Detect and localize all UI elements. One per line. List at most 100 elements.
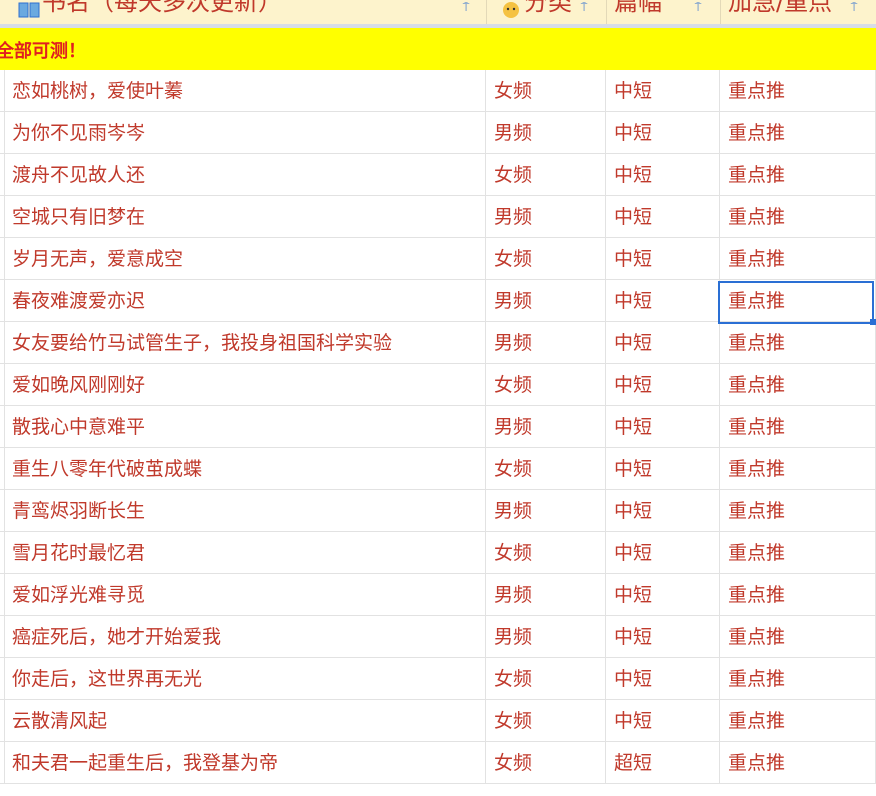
cell-category[interactable]: 女频 xyxy=(486,154,606,196)
cell-category[interactable]: 男频 xyxy=(486,112,606,154)
cell-priority[interactable]: 重点推 xyxy=(720,322,876,364)
cell-length[interactable]: 中短 xyxy=(606,322,720,364)
banner-text: 全部可测！ xyxy=(0,41,86,62)
cell-title[interactable]: 散我心中意难平 xyxy=(4,406,486,448)
cell-category[interactable]: 女频 xyxy=(486,448,606,490)
cell-priority[interactable]: 重点推 xyxy=(720,280,876,322)
fill-handle[interactable] xyxy=(870,319,876,325)
header-length-label: 篇幅 xyxy=(614,0,662,16)
cell-title[interactable]: 和夫君一起重生后，我登基为帝 xyxy=(4,742,486,784)
cell-title[interactable]: 爱如浮光难寻觅 xyxy=(4,574,486,616)
cell-category[interactable]: 女频 xyxy=(486,532,606,574)
cell-title[interactable]: 癌症死后，她才开始爱我 xyxy=(4,616,486,658)
table-row: 你走后，这世界再无光 女频 中短 重点推 xyxy=(0,658,876,700)
filter-icon[interactable]: ⍑ xyxy=(844,0,864,16)
cell-category[interactable]: 男频 xyxy=(486,280,606,322)
table-row: 和夫君一起重生后，我登基为帝 女频 超短 重点推 xyxy=(0,742,876,784)
smile-emoji-icon xyxy=(500,0,522,18)
table-row: 癌症死后，她才开始爱我 男频 中短 重点推 xyxy=(0,616,876,658)
cell-length[interactable]: 中短 xyxy=(606,112,720,154)
cell-category[interactable]: 男频 xyxy=(486,322,606,364)
cell-priority[interactable]: 重点推 xyxy=(720,364,876,406)
cell-length[interactable]: 中短 xyxy=(606,658,720,700)
cell-length[interactable]: 中短 xyxy=(606,700,720,742)
banner-row[interactable]: 全部可测！ xyxy=(0,28,876,70)
table-row: 空城只有旧梦在 男频 中短 重点推 xyxy=(0,196,876,238)
table-row: 青鸾烬羽断长生 男频 中短 重点推 xyxy=(0,490,876,532)
cell-priority[interactable]: 重点推 xyxy=(720,70,876,112)
cell-length[interactable]: 中短 xyxy=(606,196,720,238)
cell-length[interactable]: 中短 xyxy=(606,406,720,448)
table-row: 岁月无声，爱意成空 女频 中短 重点推 xyxy=(0,238,876,280)
cell-category[interactable]: 女频 xyxy=(486,742,606,784)
cell-category[interactable]: 男频 xyxy=(486,616,606,658)
header-category-label: 分类 xyxy=(524,0,572,16)
filter-icon[interactable]: ⍑ xyxy=(688,0,708,16)
header-priority[interactable]: 加急/重点 ⍑ xyxy=(720,0,876,24)
table-row: 云散清风起 女频 中短 重点推 xyxy=(0,700,876,742)
cell-length[interactable]: 超短 xyxy=(606,742,720,784)
filter-icon[interactable]: ⍑ xyxy=(456,0,476,16)
cell-priority[interactable]: 重点推 xyxy=(720,490,876,532)
table-row: 女友要给竹马试管生子，我投身祖国科学实验 男频 中短 重点推 xyxy=(0,322,876,364)
cell-length[interactable]: 中短 xyxy=(606,616,720,658)
cell-title[interactable]: 重生八零年代破茧成蝶 xyxy=(4,448,486,490)
cell-priority[interactable]: 重点推 xyxy=(720,112,876,154)
book-icon xyxy=(18,0,40,18)
cell-length[interactable]: 中短 xyxy=(606,238,720,280)
cell-title[interactable]: 空城只有旧梦在 xyxy=(4,196,486,238)
cell-category[interactable]: 女频 xyxy=(486,238,606,280)
cell-length[interactable]: 中短 xyxy=(606,532,720,574)
table-row: 春夜难渡爱亦迟 男频 中短 重点推 xyxy=(0,280,876,322)
cell-category[interactable]: 女频 xyxy=(486,364,606,406)
cell-priority[interactable]: 重点推 xyxy=(720,406,876,448)
cell-priority[interactable]: 重点推 xyxy=(720,616,876,658)
cell-category[interactable]: 女频 xyxy=(486,70,606,112)
cell-title[interactable]: 雪月花时最忆君 xyxy=(4,532,486,574)
cell-priority[interactable]: 重点推 xyxy=(720,196,876,238)
cell-priority[interactable]: 重点推 xyxy=(720,700,876,742)
cell-priority[interactable]: 重点推 xyxy=(720,448,876,490)
cell-priority[interactable]: 重点推 xyxy=(720,574,876,616)
filter-icon[interactable]: ⍑ xyxy=(574,0,594,16)
table-row: 重生八零年代破茧成蝶 女频 中短 重点推 xyxy=(0,448,876,490)
cell-priority[interactable]: 重点推 xyxy=(720,532,876,574)
cell-priority[interactable]: 重点推 xyxy=(720,238,876,280)
cell-title[interactable]: 青鸾烬羽断长生 xyxy=(4,490,486,532)
cell-priority[interactable]: 重点推 xyxy=(720,658,876,700)
cell-category[interactable]: 男频 xyxy=(486,406,606,448)
cell-category[interactable]: 男频 xyxy=(486,196,606,238)
cell-length[interactable]: 中短 xyxy=(606,574,720,616)
header-priority-label: 加急/重点 xyxy=(728,0,833,16)
header-book-title-label: 书名（每天多次更新） xyxy=(42,0,282,16)
cell-title[interactable]: 你走后，这世界再无光 xyxy=(4,658,486,700)
cell-title[interactable]: 云散清风起 xyxy=(4,700,486,742)
cell-category[interactable]: 女频 xyxy=(486,658,606,700)
cell-length[interactable]: 中短 xyxy=(606,154,720,196)
cell-length[interactable]: 中短 xyxy=(606,364,720,406)
cell-category[interactable]: 女频 xyxy=(486,700,606,742)
cell-length[interactable]: 中短 xyxy=(606,490,720,532)
table-row: 雪月花时最忆君 女频 中短 重点推 xyxy=(0,532,876,574)
header-category[interactable]: 分类 ⍑ xyxy=(486,0,607,24)
data-table: 恋如桃树，爱使叶蓁 女频 中短 重点推 为你不见雨岑岑 男频 中短 重点推 渡舟不见故人还 女频中… xyxy=(0,70,876,784)
header-book-title[interactable]: 书名（每天多次更新） ⍑ xyxy=(0,0,487,24)
cell-title[interactable]: 岁月无声，爱意成空 xyxy=(4,238,486,280)
cell-length[interactable]: 中短 xyxy=(606,280,720,322)
table-row: 散我心中意难平 男频 中短 重点推 xyxy=(0,406,876,448)
header-length[interactable]: 篇幅 ⍑ xyxy=(606,0,721,24)
cell-length[interactable]: 中短 xyxy=(606,448,720,490)
cell-priority[interactable]: 重点推 xyxy=(720,154,876,196)
column-header-row: 书名（每天多次更新） ⍑ 分类 ⍑ 篇幅 ⍑ 加急/重点 ⍑ xyxy=(0,0,876,28)
cell-length[interactable]: 中短 xyxy=(606,70,720,112)
cell-title[interactable]: 春夜难渡爱亦迟 xyxy=(4,280,486,322)
table-row: 爱如晚风刚刚好 女频 中短 重点推 xyxy=(0,364,876,406)
cell-priority[interactable]: 重点推 xyxy=(720,742,876,784)
cell-title[interactable]: 为你不见雨岑岑 xyxy=(4,112,486,154)
cell-title[interactable]: 女友要给竹马试管生子，我投身祖国科学实验 xyxy=(4,322,486,364)
cell-category[interactable]: 男频 xyxy=(486,490,606,532)
cell-category[interactable]: 男频 xyxy=(486,574,606,616)
cell-title[interactable]: 爱如晚风刚刚好 xyxy=(4,364,486,406)
cell-title[interactable]: 渡舟不见故人还 xyxy=(4,154,486,196)
cell-title[interactable]: 恋如桃树，爱使叶蓁 xyxy=(4,70,486,112)
